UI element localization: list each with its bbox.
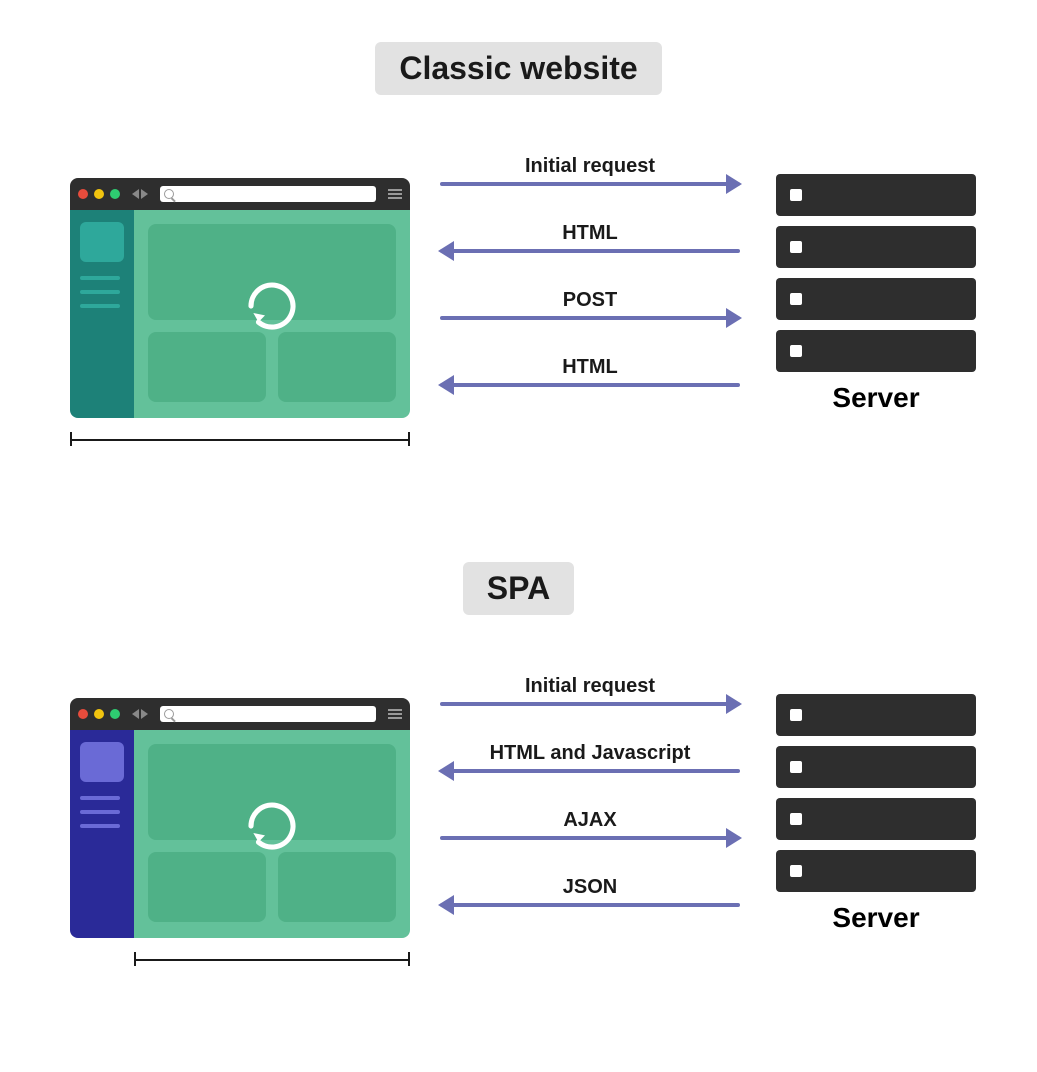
page-sidebar (70, 210, 134, 418)
browser-titlebar (70, 178, 410, 210)
server-unit (776, 226, 976, 268)
arrow-left-icon (440, 383, 740, 387)
page-content (134, 210, 410, 418)
window-maximize-icon (110, 189, 120, 199)
sidebar-tile (80, 742, 124, 782)
server-led-icon (790, 189, 802, 201)
server-unit (776, 850, 976, 892)
arrow-spa-1: HTML and Javascript (440, 742, 740, 773)
server-led-icon (790, 241, 802, 253)
arrow-label: Initial request (440, 155, 740, 178)
server-unit (776, 330, 976, 372)
server-label: Server (776, 382, 976, 414)
browser-viewport (70, 730, 410, 938)
arrow-right-icon (440, 182, 740, 186)
arrow-spa-2: AJAX (440, 809, 740, 840)
server-label: Server (776, 902, 976, 934)
range-bracket (70, 432, 410, 446)
arrow-label: HTML and Javascript (440, 742, 740, 765)
arrow-classic-3: HTML (440, 356, 740, 387)
arrow-classic-2: POST (440, 289, 740, 320)
sidebar-line (80, 276, 120, 280)
nav-arrows-icon (132, 709, 148, 719)
nav-arrows-icon (132, 189, 148, 199)
sidebar-line (80, 796, 120, 800)
server-stack-classic: Server (776, 174, 976, 414)
arrow-spa-3: JSON (440, 876, 740, 907)
server-unit (776, 746, 976, 788)
server-led-icon (790, 345, 802, 357)
window-close-icon (78, 709, 88, 719)
server-stack-spa: Server (776, 694, 976, 934)
arrow-right-icon (440, 702, 740, 706)
sidebar-tile (80, 222, 124, 262)
sidebar-line (80, 304, 120, 308)
page-content (134, 730, 410, 938)
arrow-classic-0: Initial request (440, 155, 740, 186)
server-led-icon (790, 293, 802, 305)
arrow-label: AJAX (440, 809, 740, 832)
arrow-left-icon (440, 769, 740, 773)
window-minimize-icon (94, 709, 104, 719)
window-close-icon (78, 189, 88, 199)
window-maximize-icon (110, 709, 120, 719)
arrow-right-icon (440, 316, 740, 320)
browser-mockup-spa (70, 698, 410, 938)
server-led-icon (790, 813, 802, 825)
arrow-right-icon (440, 836, 740, 840)
section-title-classic: Classic website (375, 42, 661, 95)
content-panel (148, 332, 266, 402)
reload-icon (244, 798, 300, 854)
menu-icon (388, 709, 402, 719)
reload-icon (244, 278, 300, 334)
address-bar (160, 706, 376, 722)
window-minimize-icon (94, 189, 104, 199)
server-unit (776, 798, 976, 840)
sidebar-line (80, 290, 120, 294)
arrow-spa-0: Initial request (440, 675, 740, 706)
content-panel (278, 852, 396, 922)
arrow-label: HTML (440, 222, 740, 245)
arrow-classic-1: HTML (440, 222, 740, 253)
address-bar (160, 186, 376, 202)
server-unit (776, 278, 976, 320)
browser-mockup-classic (70, 178, 410, 418)
server-unit (776, 174, 976, 216)
arrow-label: Initial request (440, 675, 740, 698)
section-title-spa: SPA (463, 562, 574, 615)
server-led-icon (790, 865, 802, 877)
browser-viewport (70, 210, 410, 418)
sidebar-line (80, 824, 120, 828)
server-led-icon (790, 709, 802, 721)
menu-icon (388, 189, 402, 199)
content-panel (278, 332, 396, 402)
server-unit (776, 694, 976, 736)
arrow-left-icon (440, 903, 740, 907)
content-panel (148, 852, 266, 922)
range-bracket (134, 952, 410, 966)
arrow-left-icon (440, 249, 740, 253)
arrow-label: HTML (440, 356, 740, 379)
server-led-icon (790, 761, 802, 773)
browser-titlebar (70, 698, 410, 730)
page-sidebar (70, 730, 134, 938)
arrow-label: JSON (440, 876, 740, 899)
search-icon (164, 709, 174, 719)
arrow-label: POST (440, 289, 740, 312)
search-icon (164, 189, 174, 199)
sidebar-line (80, 810, 120, 814)
